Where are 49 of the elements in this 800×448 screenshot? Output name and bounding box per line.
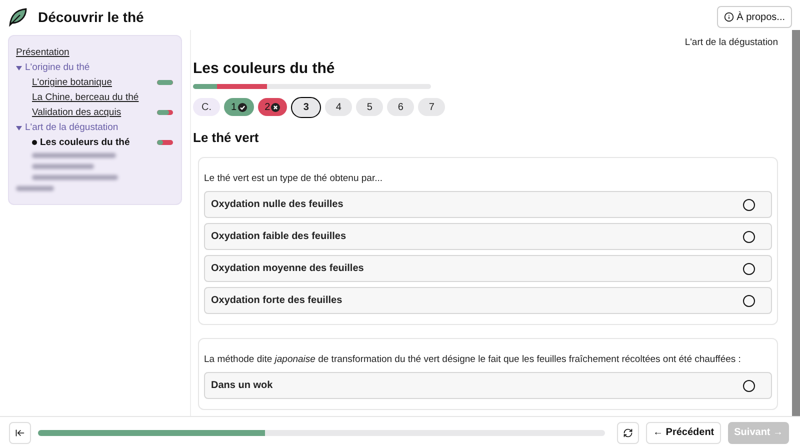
score-bar: [157, 140, 173, 145]
about-button[interactable]: À propos...: [716, 6, 792, 28]
previous-button[interactable]: ← Précédent: [646, 422, 722, 444]
reload-button[interactable]: [617, 422, 639, 444]
radio-button[interactable]: [743, 294, 755, 307]
section-title[interactable]: L'art de la dégustation: [25, 120, 118, 135]
score-bar: [157, 110, 173, 115]
leaf-icon: [8, 7, 28, 27]
check-icon: [238, 102, 247, 112]
blurred-item: [16, 186, 54, 191]
cross-icon: [271, 102, 280, 112]
radio-button[interactable]: [743, 262, 755, 275]
question-pill[interactable]: 1: [224, 98, 254, 116]
collapse-sidebar-button[interactable]: [9, 422, 31, 444]
radio-button[interactable]: [743, 230, 755, 243]
answer-option[interactable]: Oxydation nulle des feuilles: [204, 191, 772, 218]
answer-option[interactable]: Oxydation moyenne des feuilles: [204, 255, 772, 282]
question-pill[interactable]: C.: [193, 98, 220, 116]
caret-icon[interactable]: [16, 124, 22, 130]
lesson-link[interactable]: L'origine botanique: [32, 75, 112, 90]
question-pill[interactable]: 4: [325, 98, 352, 116]
app-title: Découvrir le thé: [38, 8, 144, 26]
question-pill[interactable]: 7: [418, 98, 446, 116]
question-pill[interactable]: 3: [291, 96, 322, 118]
arrow-to-line-icon: [15, 428, 25, 438]
info-icon: [724, 12, 734, 22]
radio-button[interactable]: [743, 198, 755, 211]
score-bar: [157, 80, 173, 85]
question-prompt: La méthode dite japonaise de transformation du thé vert désigne le fait que les feuilles fraîchement récoltées ont été chauffées :: [204, 353, 742, 366]
answer-option[interactable]: Dans un wok: [204, 372, 772, 400]
lesson-link[interactable]: La Chine, berceau du thé: [32, 90, 139, 105]
blurred-item: [32, 164, 94, 169]
question-pill[interactable]: 2: [258, 98, 288, 116]
question-pill[interactable]: 5: [356, 98, 384, 116]
question-pill[interactable]: 6: [387, 98, 414, 116]
section-heading: Le thé vert: [193, 128, 260, 147]
lesson-link[interactable]: Présentation: [16, 45, 70, 60]
caret-icon[interactable]: [16, 64, 22, 70]
breadcrumb: L'art de la dégustation: [684, 36, 778, 50]
answer-option[interactable]: Oxydation forte des feuilles: [204, 287, 772, 314]
radio-button[interactable]: [743, 380, 755, 392]
lesson-link[interactable]: Validation des acquis: [32, 105, 122, 120]
section-title[interactable]: L'origine du thé: [25, 60, 90, 75]
question-prompt: Le thé vert est un type de thé obtenu par...: [204, 172, 384, 186]
reload-icon: [623, 428, 633, 438]
current-lesson[interactable]: Les couleurs du thé: [40, 135, 130, 150]
lesson-title: Les couleurs du thé: [193, 59, 336, 80]
scrollbar[interactable]: [792, 30, 800, 416]
answer-option[interactable]: Oxydation faible des feuilles: [204, 223, 772, 250]
